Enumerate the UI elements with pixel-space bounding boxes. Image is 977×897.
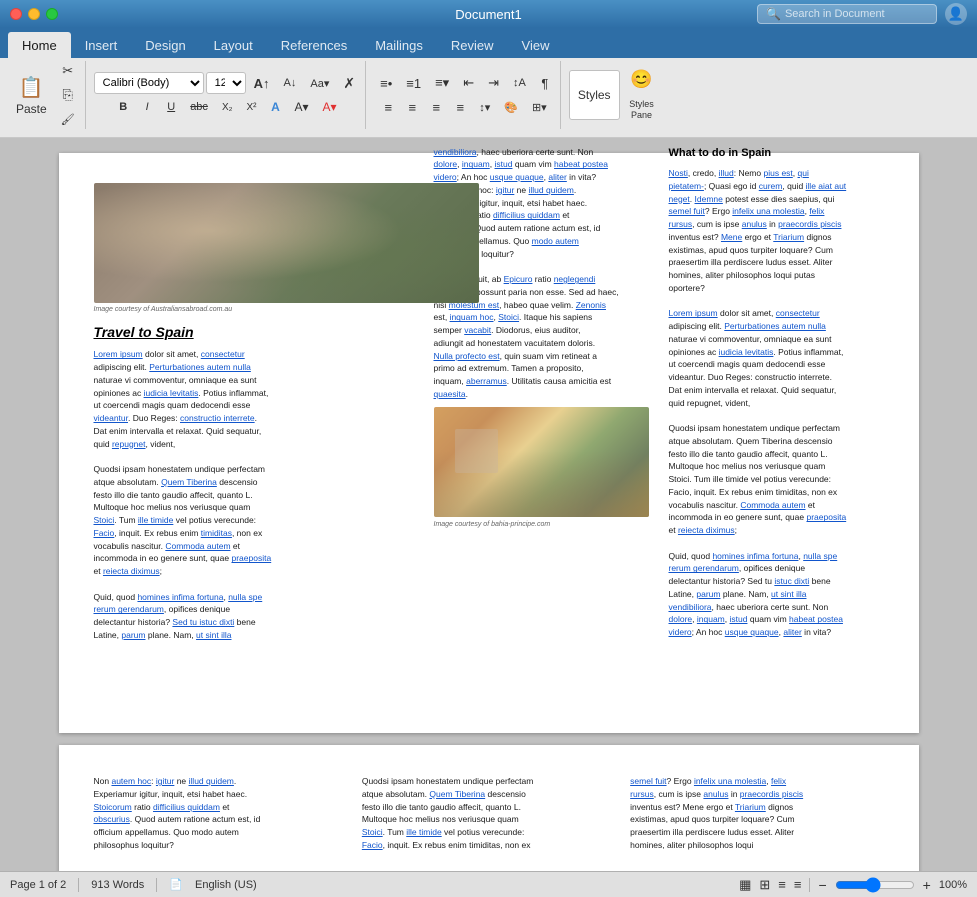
styles-button[interactable]: Styles [569, 70, 620, 120]
italic-button[interactable]: I [136, 96, 158, 118]
title-bar: Document1 🔍 Search in Document 👤 [0, 0, 977, 28]
tab-mailings[interactable]: Mailings [361, 32, 437, 58]
status-icon-2: ⊞ [759, 877, 770, 893]
status-icon-1: ▦ [739, 877, 751, 893]
strikethrough-button[interactable]: abc [184, 96, 214, 118]
page2-col2: Quodsi ipsam honestatem undique perfecta… [362, 775, 615, 852]
page-info: Page 1 of 2 [10, 879, 66, 891]
user-icon[interactable]: 👤 [945, 3, 967, 25]
paste-button[interactable]: 📋 Paste [10, 65, 53, 125]
font-group: Calibri (Body) 12 A↑ A↓ Aa▾ ✗ B I U abc … [90, 61, 366, 129]
font-family-select[interactable]: Calibri (Body) [94, 72, 204, 94]
subscript-button[interactable]: X₂ [216, 96, 239, 118]
toolbar: 📋 Paste ✂ ⎘ 🖌 Calibri (Body) 12 A↑ A↓ Aa… [0, 58, 977, 138]
search-box[interactable]: 🔍 Search in Document [757, 4, 937, 24]
tab-home[interactable]: Home [8, 32, 71, 58]
status-icon-4: ≡ [794, 877, 802, 892]
borders-button[interactable]: ⊞▾ [526, 96, 553, 118]
text-effects-button[interactable]: A [265, 96, 287, 118]
change-case-button[interactable]: Aa▾ [304, 72, 335, 94]
grow-font-button[interactable]: A↑ [248, 72, 276, 94]
search-placeholder: Search in Document [785, 8, 885, 20]
bold-button[interactable]: B [112, 96, 134, 118]
spain-street-image [94, 183, 479, 303]
status-left: Page 1 of 2 913 Words 📄 English (US) [10, 878, 257, 892]
line-spacing-button[interactable]: ↕▾ [473, 96, 496, 118]
page2-col1: Non autem hoc: igitur ne illud quidem. E… [94, 775, 347, 852]
font-size-select[interactable]: 12 [206, 72, 246, 94]
tab-insert[interactable]: Insert [71, 32, 132, 58]
zoom-in-icon[interactable]: + [923, 877, 931, 893]
zoom-out-icon[interactable]: − [818, 877, 826, 893]
status-divider-3 [809, 878, 810, 892]
tab-design[interactable]: Design [131, 32, 199, 58]
status-divider-2 [156, 878, 157, 892]
page-2: Non autem hoc: igitur ne illud quidem. E… [59, 745, 919, 871]
city-plaza-image [434, 407, 649, 517]
align-left-button[interactable]: ≡ [377, 96, 399, 118]
right-body-text: Nosti, credo, illud: Nemo pius est, qui … [669, 167, 884, 639]
tab-layout[interactable]: Layout [200, 32, 267, 58]
styles-label: Styles [578, 88, 611, 102]
tab-references[interactable]: References [267, 32, 361, 58]
zoom-level: 100% [939, 879, 967, 891]
image-caption-2: Image courtesy of bahia-principe.com [434, 520, 649, 530]
numbering-button[interactable]: ≡1 [400, 72, 427, 94]
close-button[interactable] [10, 8, 22, 20]
right-section-title: What to do in Spain [669, 146, 884, 161]
paste-label: Paste [16, 102, 47, 116]
bullets-button[interactable]: ≡• [374, 72, 398, 94]
show-formatting-button[interactable]: ¶ [534, 72, 556, 94]
image-caption-1: Image courtesy of Australiansabroad.com.… [94, 305, 479, 315]
paragraph-group: ≡• ≡1 ≡▾ ⇤ ⇥ ↕A ¶ ≡ ≡ ≡ ≡ ↕▾ 🎨 ⊞▾ [370, 61, 561, 129]
sort-button[interactable]: ↕A [507, 72, 532, 94]
status-icon-3: ≡ [778, 877, 786, 892]
highlight-color-button[interactable]: A▾ [289, 96, 315, 118]
search-icon: 🔍 [766, 7, 781, 21]
article-title: Travel to Spain [94, 323, 479, 343]
align-right-button[interactable]: ≡ [425, 96, 447, 118]
font-color-button[interactable]: A▾ [317, 96, 343, 118]
styles-group: Styles 😊 Styles Pane [565, 61, 666, 129]
multilevel-list-button[interactable]: ≡▾ [429, 72, 455, 94]
align-center-button[interactable]: ≡ [401, 96, 423, 118]
maximize-button[interactable] [46, 8, 58, 20]
zoom-slider[interactable] [835, 877, 915, 893]
increase-indent-button[interactable]: ⇥ [482, 72, 505, 94]
article-body-left: Lorem ipsum dolor sit amet, consectetur … [94, 348, 479, 641]
title-right: 🔍 Search in Document 👤 [757, 3, 967, 25]
status-divider-1 [78, 878, 79, 892]
status-bar: Page 1 of 2 913 Words 📄 English (US) ▦ ⊞… [0, 871, 977, 897]
shrink-font-button[interactable]: A↓ [278, 72, 303, 94]
word-count: 913 Words [91, 879, 144, 891]
cut-button[interactable]: ✂ [55, 60, 81, 82]
shading-button[interactable]: 🎨 [498, 96, 524, 118]
tab-view[interactable]: View [508, 32, 564, 58]
superscript-button[interactable]: X² [241, 96, 263, 118]
page-1: Image courtesy of Australiansabroad.com.… [59, 153, 919, 733]
language-indicator: 📄 [169, 878, 183, 891]
document-area[interactable]: Image courtesy of Australiansabroad.com.… [0, 138, 977, 871]
page2-col3: semel fuit? Ergo infelix una molestia, f… [630, 775, 883, 852]
language-name: English (US) [195, 879, 257, 891]
clipboard-group: 📋 Paste ✂ ⎘ 🖌 [6, 61, 86, 129]
paste-icon: 📋 [19, 75, 44, 100]
traffic-lights [10, 8, 58, 20]
page1-right-col: What to do in Spain Nosti, credo, illud:… [669, 146, 884, 639]
copy-button[interactable]: ⎘ [55, 84, 81, 106]
page1-left-column: Image courtesy of Australiansabroad.com.… [94, 183, 479, 642]
clear-format-button[interactable]: ✗ [337, 72, 361, 94]
page2-content: Non autem hoc: igitur ne illud quidem. E… [94, 775, 884, 852]
document-title: Document1 [455, 7, 521, 22]
minimize-button[interactable] [28, 8, 40, 20]
decrease-indent-button[interactable]: ⇤ [457, 72, 480, 94]
styles-pane-button[interactable]: Styles Pane [622, 96, 662, 124]
format-painter-button[interactable]: 🖌 [55, 108, 81, 130]
status-right: ▦ ⊞ ≡ ≡ − + 100% [739, 877, 967, 893]
justify-button[interactable]: ≡ [449, 96, 471, 118]
tab-review[interactable]: Review [437, 32, 508, 58]
ribbon-tabs: Home Insert Design Layout References Mai… [0, 28, 977, 58]
underline-button[interactable]: U [160, 96, 182, 118]
smiley-icon[interactable]: 😊 [628, 67, 654, 92]
